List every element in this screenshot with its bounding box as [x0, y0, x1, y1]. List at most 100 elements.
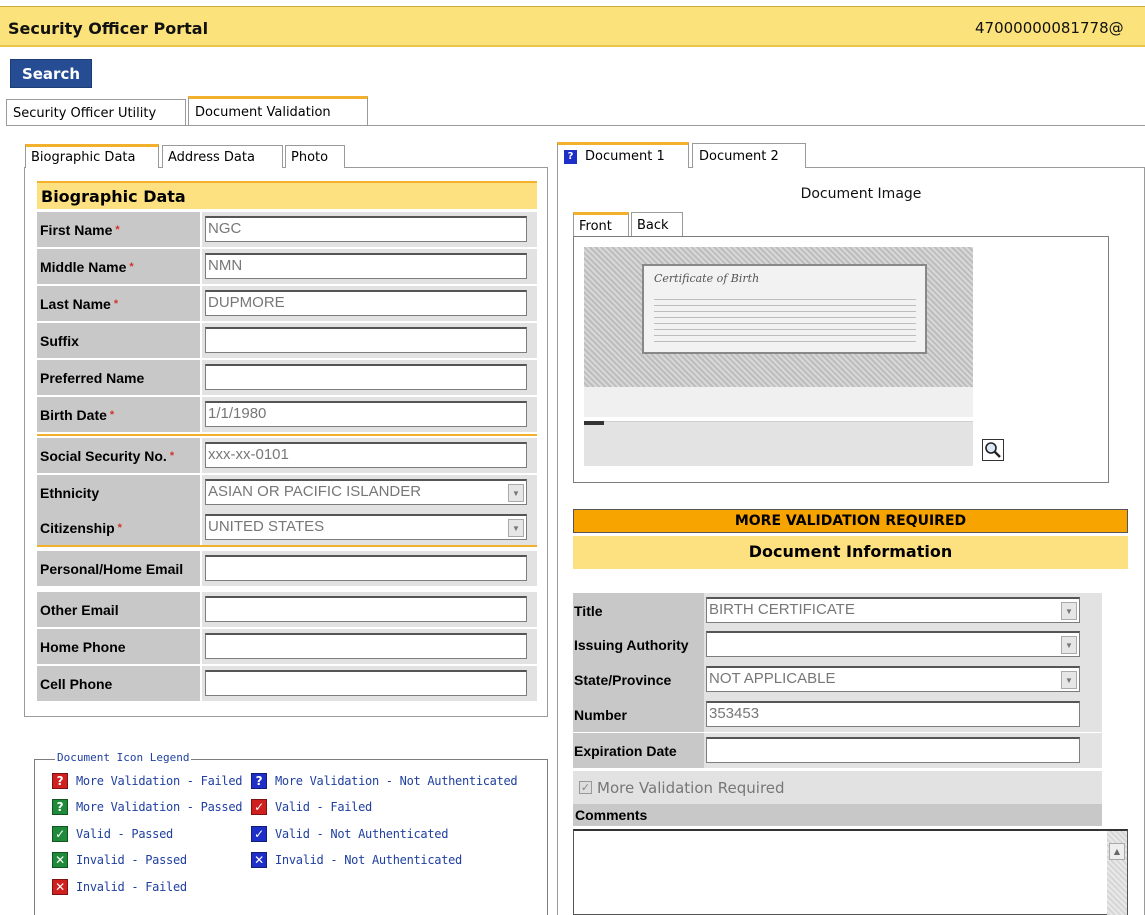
field-input[interactable]: NMN — [205, 253, 527, 279]
field-input[interactable] — [205, 364, 527, 390]
document-field-select[interactable]: ▼ — [706, 631, 1080, 657]
more-validation-label: More Validation Required — [597, 778, 785, 797]
document-field-input[interactable]: 353453 — [706, 701, 1080, 727]
field-label: Last Name * — [37, 286, 201, 321]
field-select[interactable]: ASIAN OR PACIFIC ISLANDER ▼ — [205, 479, 527, 505]
field-input[interactable] — [205, 670, 527, 696]
check-icon: ✓ — [52, 826, 68, 842]
field-value-cell: ASIAN OR PACIFIC ISLANDER ▼ — [202, 475, 537, 510]
section-separator — [37, 434, 537, 436]
zoom-button[interactable] — [982, 439, 1004, 461]
field-input[interactable] — [205, 555, 527, 581]
scroll-up-icon[interactable]: ▲ — [1109, 843, 1125, 860]
search-button[interactable]: Search — [10, 59, 92, 88]
tab-document-2[interactable]: Document 2 — [692, 143, 806, 168]
document-field-value-cell: 353453 — [704, 697, 1102, 732]
field-input[interactable]: 1/1/1980 — [205, 401, 527, 427]
field-label: Middle Name * — [37, 249, 201, 284]
field-input[interactable]: DUPMORE — [205, 290, 527, 316]
question-icon: ? — [251, 773, 267, 789]
question-icon: ? — [52, 799, 68, 815]
document-field-value: BIRTH CERTIFICATE — [709, 601, 855, 618]
document-field-input[interactable] — [706, 737, 1080, 763]
field-value: 1/1/1980 — [208, 405, 267, 422]
more-validation-checkbox[interactable]: ✓ — [579, 781, 592, 794]
form-row: Birth Date * 1/1/1980 — [37, 397, 537, 432]
document-field-row: Number 353453 — [573, 697, 1128, 732]
chevron-down-icon[interactable]: ▼ — [1061, 636, 1077, 654]
tab-document-1[interactable]: ? Document 1 — [557, 142, 689, 168]
field-input[interactable]: NGC — [205, 216, 527, 242]
chevron-down-icon[interactable]: ▼ — [1061, 602, 1077, 620]
document-field-value-cell: NOT APPLICABLE ▼ — [704, 662, 1102, 697]
field-label-text: Suffix — [40, 332, 79, 349]
field-label-text: Preferred Name — [40, 369, 145, 386]
legend-item: ✓ Valid - Passed — [52, 825, 173, 843]
document-field-select[interactable]: BIRTH CERTIFICATE ▼ — [706, 597, 1080, 623]
more-validation-row: ✓ More Validation Required — [573, 771, 1102, 804]
field-label-text: Middle Name — [40, 258, 127, 275]
legend-item: ? More Validation - Passed — [52, 798, 243, 816]
field-select[interactable]: UNITED STATES ▼ — [205, 514, 527, 540]
legend-label: Valid - Failed — [275, 800, 372, 814]
comments-scrollbar[interactable]: ▲ — [1107, 831, 1127, 915]
form-row: Personal/Home Email — [37, 551, 537, 586]
required-marker: * — [117, 521, 122, 534]
document-field-label-text: Expiration Date — [574, 742, 677, 759]
field-input[interactable]: xxx-xx-0101 — [205, 442, 527, 468]
chevron-down-icon[interactable]: ▼ — [1061, 671, 1077, 689]
field-label: Birth Date * — [37, 397, 201, 432]
legend-title: Document Icon Legend — [55, 751, 192, 764]
field-input[interactable] — [205, 327, 527, 353]
document-field-row: Issuing Authority ▼ — [573, 627, 1128, 662]
document-field-value-cell: ▼ — [704, 627, 1102, 662]
document-image-label: Document Image — [800, 186, 922, 202]
field-label-text: Other Email — [40, 601, 119, 618]
legend-label: More Validation - Passed — [76, 800, 243, 814]
document-field-label-text: Number — [574, 706, 627, 723]
field-value: UNITED STATES — [208, 518, 325, 535]
legend-label: Invalid - Failed — [76, 880, 187, 894]
field-value-cell: UNITED STATES ▼ — [202, 510, 537, 545]
field-input[interactable] — [205, 596, 527, 622]
certificate-title: Certificate of Birth — [654, 272, 760, 285]
legend-label: More Validation - Failed — [76, 774, 243, 788]
field-value-cell: xxx-xx-0101 — [202, 438, 537, 473]
document-field-label-text: State/Province — [574, 671, 672, 688]
x-icon: ✕ — [52, 852, 68, 868]
legend-label: More Validation - Not Authenticated — [275, 774, 518, 788]
main-tabs-divider — [6, 125, 1145, 126]
field-label: First Name * — [37, 212, 201, 247]
check-icon: ✓ — [251, 826, 267, 842]
tab-document-validation[interactable]: Document Validation — [188, 96, 368, 126]
tab-photo[interactable]: Photo — [285, 145, 345, 168]
legend-label: Invalid - Passed — [76, 853, 187, 867]
tab-security-officer-utility[interactable]: Security Officer Utility — [6, 99, 186, 126]
field-label-text: Home Phone — [40, 638, 126, 655]
document-field-label: Number — [573, 697, 704, 732]
form-row: Last Name * DUPMORE — [37, 286, 537, 321]
field-label-text: Ethnicity — [40, 484, 100, 501]
field-label: Social Security No. * — [37, 438, 201, 473]
field-value-cell: DUPMORE — [202, 286, 537, 321]
document-field-select[interactable]: NOT APPLICABLE ▼ — [706, 666, 1080, 692]
field-input[interactable] — [205, 633, 527, 659]
document-image-mark — [584, 421, 604, 425]
field-label: Cell Phone — [37, 666, 201, 701]
legend-item: ✕ Invalid - Not Authenticated — [251, 851, 462, 869]
document-field-value-cell — [704, 733, 1102, 768]
document-information-header: Document Information — [573, 536, 1128, 569]
tab-back[interactable]: Back — [631, 212, 683, 237]
form-row: First Name * NGC — [37, 212, 537, 247]
chevron-down-icon[interactable]: ▼ — [508, 519, 524, 537]
comments-textarea[interactable]: ▲ — [573, 829, 1128, 915]
field-label-text: Personal/Home Email — [40, 560, 184, 577]
chevron-down-icon[interactable]: ▼ — [508, 484, 524, 502]
field-value: NGC — [208, 220, 242, 237]
field-label-text: Citizenship — [40, 519, 115, 536]
document-field-label-text: Issuing Authority — [574, 636, 689, 653]
document-field-value: 353453 — [709, 705, 760, 722]
tab-address-data[interactable]: Address Data — [162, 145, 283, 168]
tab-biographic-data[interactable]: Biographic Data — [25, 144, 159, 168]
tab-front[interactable]: Front — [573, 212, 629, 237]
